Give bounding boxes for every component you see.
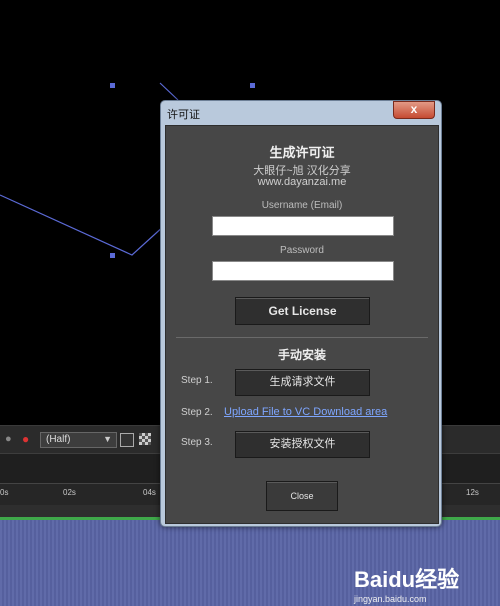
generate-license-heading: 生成许可证 [269, 145, 335, 160]
step2-label: Step 2. [181, 407, 213, 418]
region-of-interest-icon[interactable] [120, 433, 134, 447]
close-icon[interactable]: x [393, 101, 435, 119]
install-license-button[interactable]: 安装授权文件 [235, 431, 370, 458]
ruler-tick-label: 04s [143, 488, 156, 497]
license-dialog: 许可证 x 生成许可证 大眼仔~旭 汉化分享 www.dayanzai.me U… [160, 100, 442, 527]
ruler-tick-label: 02s [63, 488, 76, 497]
generate-request-button[interactable]: 生成请求文件 [235, 369, 370, 396]
password-field[interactable] [212, 261, 394, 281]
dialog-titlebar[interactable]: 许可证 x [161, 101, 441, 123]
resolution-dropdown[interactable]: (Half) ▼ [40, 432, 117, 448]
chevron-down-icon: ▼ [103, 434, 112, 444]
baidu-logo: Baidu经验 [354, 567, 460, 592]
ruler-tick-label: 12s [466, 488, 479, 497]
step3-label: Step 3. [181, 437, 213, 448]
website-text: www.dayanzai.me [257, 176, 347, 188]
ruler-tick-label: 0s [0, 488, 9, 497]
get-license-button[interactable]: Get License [235, 297, 370, 325]
close-button[interactable]: Close [266, 481, 338, 511]
transparency-grid-icon[interactable] [139, 433, 151, 445]
dialog-title: 许可证 [167, 109, 200, 121]
upload-link[interactable]: Upload File to VC Download area [224, 406, 387, 418]
dialog-body: 生成许可证 大眼仔~旭 汉化分享 www.dayanzai.me Usernam… [165, 125, 439, 524]
person-icon[interactable]: ● [5, 433, 15, 445]
keyframe-handle[interactable] [250, 83, 255, 88]
username-field[interactable] [212, 216, 394, 236]
username-label: Username (Email) [261, 200, 343, 211]
manual-install-heading: 手动安装 [277, 348, 326, 362]
password-label: Password [280, 245, 324, 256]
step1-label: Step 1. [181, 375, 213, 386]
divider [176, 337, 428, 338]
baidu-watermark: Baidu经验 jingyan.baidu.com [354, 562, 484, 604]
toolbar-right-fill [442, 426, 500, 454]
color-channels-icon[interactable]: ● [22, 432, 29, 446]
keyframe-handle[interactable] [110, 253, 115, 258]
resolution-value: (Half) [46, 434, 71, 445]
baidu-url: jingyan.baidu.com [354, 594, 427, 604]
keyframe-handle[interactable] [110, 83, 115, 88]
